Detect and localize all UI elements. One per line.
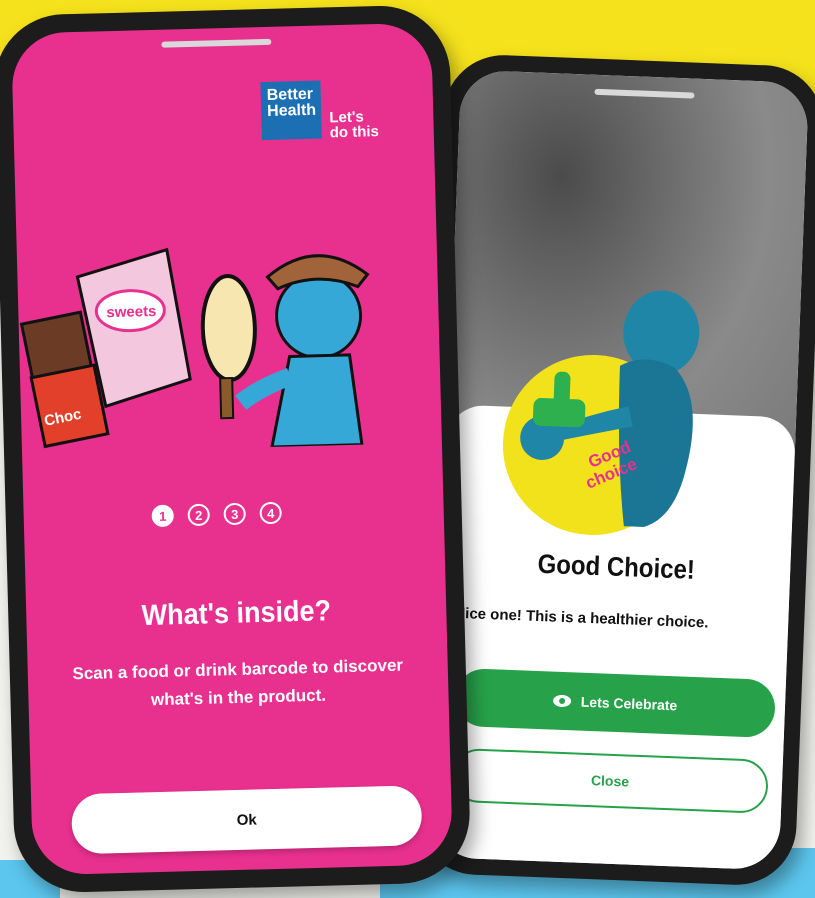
onboarding-title: What's inside? [141,594,332,632]
phone-left: Better Health Let's do this sweets Choc [0,4,472,894]
step-dot-2[interactable]: 2 [187,503,210,527]
step-dot-1[interactable]: 1 [151,504,175,528]
step-dot-4[interactable]: 4 [259,501,282,525]
sweets-label: sweets [106,303,156,321]
logo-tagline: Let's do this [329,108,380,142]
detective-figure-icon [235,254,370,449]
lets-celebrate-label: Lets Celebrate [580,693,678,714]
phone-right-screen: Good choice Good Choice! Nice one! This … [431,69,809,871]
good-choice-illustration: Good choice [520,290,700,527]
logo-tagline2: do this [329,123,380,142]
logo-line2: Health [266,101,317,120]
phone-left-screen: Better Health Let's do this sweets Choc [11,22,453,876]
better-health-logo: Better Health [260,80,322,141]
ok-button[interactable]: Ok [70,785,423,855]
onboarding-body: Scan a food or drink barcode to discover… [72,655,404,710]
thumbs-up-icon [532,371,586,428]
detective-illustration: sweets Choc [19,247,370,449]
step-indicator: 1 2 3 4 [151,501,282,528]
eye-icon [552,694,572,708]
lets-celebrate-button[interactable]: Lets Celebrate [454,667,777,739]
phone-right: Good choice Good Choice! Nice one! This … [414,53,815,887]
step-dot-3[interactable]: 3 [223,502,246,526]
